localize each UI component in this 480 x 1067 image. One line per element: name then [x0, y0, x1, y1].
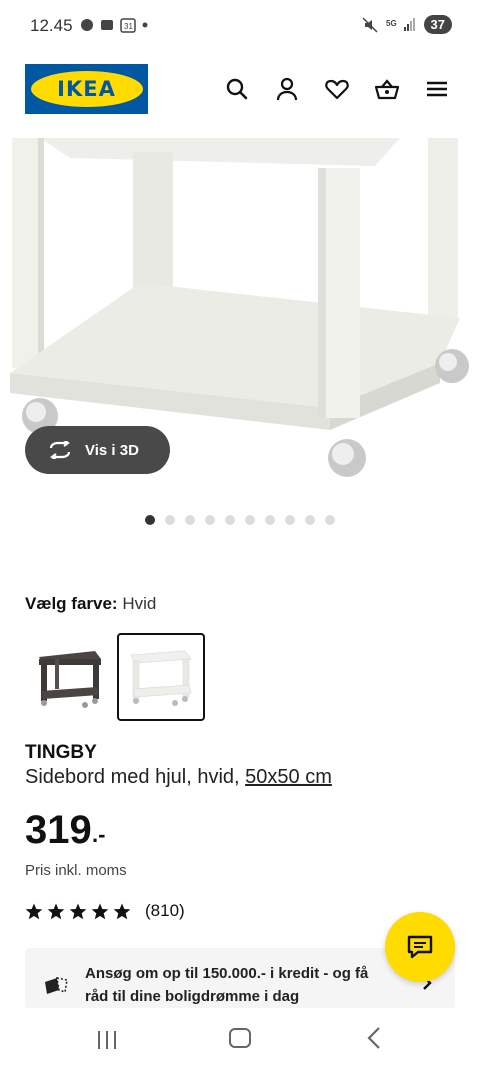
credit-text: Ansøg om op til 150.000.- i kredit - og …: [85, 965, 369, 1005]
gallery-dot[interactable]: [225, 515, 235, 525]
star-icon: [69, 903, 87, 919]
gallery-dot[interactable]: [285, 515, 295, 525]
product-description: Sidebord med hjul, hvid, 50x50 cm: [25, 766, 332, 789]
rating-stars: [25, 903, 131, 920]
color-label: Vælg farve:: [25, 594, 118, 613]
product-price: 319: [25, 808, 92, 852]
gallery-dot[interactable]: [325, 515, 335, 525]
notification-icons: 31: [80, 17, 148, 33]
rotate-3d-icon: [49, 441, 71, 459]
back-icon[interactable]: [366, 1026, 382, 1055]
ikea-logo[interactable]: IKEA: [25, 64, 148, 114]
gallery-dot[interactable]: [145, 515, 155, 525]
mute-icon: [362, 16, 378, 33]
product-price-suffix: .-: [92, 822, 106, 847]
system-nav-bar: [0, 1008, 480, 1067]
gallery-dot[interactable]: [185, 515, 195, 525]
chat-icon: [407, 935, 433, 959]
product-name: TINGBY: [25, 742, 97, 763]
recent-apps-icon[interactable]: [96, 1030, 118, 1055]
gallery-pagination: [145, 515, 335, 525]
color-selector-label: Vælg farve: Hvid: [25, 594, 156, 614]
logo-text: IKEA: [57, 77, 116, 101]
menu-icon[interactable]: [424, 76, 450, 102]
system-status-icons: 5G 37: [362, 15, 452, 34]
product-description-text: Sidebord med hjul, hvid,: [25, 766, 246, 788]
layers-notification-icon: [101, 20, 113, 30]
product-rating[interactable]: (810): [25, 901, 185, 921]
color-swatch-dark[interactable]: [25, 633, 113, 721]
search-icon[interactable]: [224, 76, 250, 102]
product-size-link[interactable]: 50x50 cm: [245, 766, 332, 788]
star-icon: [47, 903, 65, 919]
gallery-dot[interactable]: [205, 515, 215, 525]
view-3d-button[interactable]: Vis i 3D: [25, 426, 170, 474]
logo-oval: IKEA: [30, 71, 143, 107]
home-icon[interactable]: [229, 1028, 251, 1048]
gallery-dot[interactable]: [165, 515, 175, 525]
gallery-dot[interactable]: [245, 515, 255, 525]
credit-icon: [43, 974, 69, 1001]
star-icon: [91, 903, 109, 919]
vat-note: Pris inkl. moms: [25, 862, 127, 879]
star-icon: [25, 903, 43, 919]
svg-text:5G: 5G: [386, 19, 397, 28]
rating-count: (810): [145, 901, 185, 920]
view-3d-label: Vis i 3D: [85, 441, 139, 459]
chat-button[interactable]: [385, 912, 455, 982]
account-icon[interactable]: [274, 76, 300, 102]
gallery-dot[interactable]: [305, 515, 315, 525]
heart-icon[interactable]: [324, 76, 350, 102]
svg-text:31: 31: [124, 22, 133, 31]
site-header: IKEA: [0, 60, 480, 120]
chat-notification-icon: [81, 19, 93, 31]
status-bar: 12.45 31 5G 37: [0, 0, 480, 52]
header-actions: [224, 76, 450, 102]
signal-5g-icon: 5G: [386, 17, 415, 31]
color-value: Hvid: [122, 594, 157, 613]
status-time: 12.45: [30, 16, 73, 35]
color-swatch-white-selected[interactable]: [117, 633, 205, 721]
basket-icon[interactable]: [374, 76, 400, 102]
gallery-dot[interactable]: [265, 515, 275, 525]
star-icon: [113, 903, 131, 919]
more-notification-dot-icon: [142, 22, 148, 28]
battery-indicator: 37: [423, 15, 452, 34]
calendar-notification-icon: 31: [120, 18, 136, 33]
